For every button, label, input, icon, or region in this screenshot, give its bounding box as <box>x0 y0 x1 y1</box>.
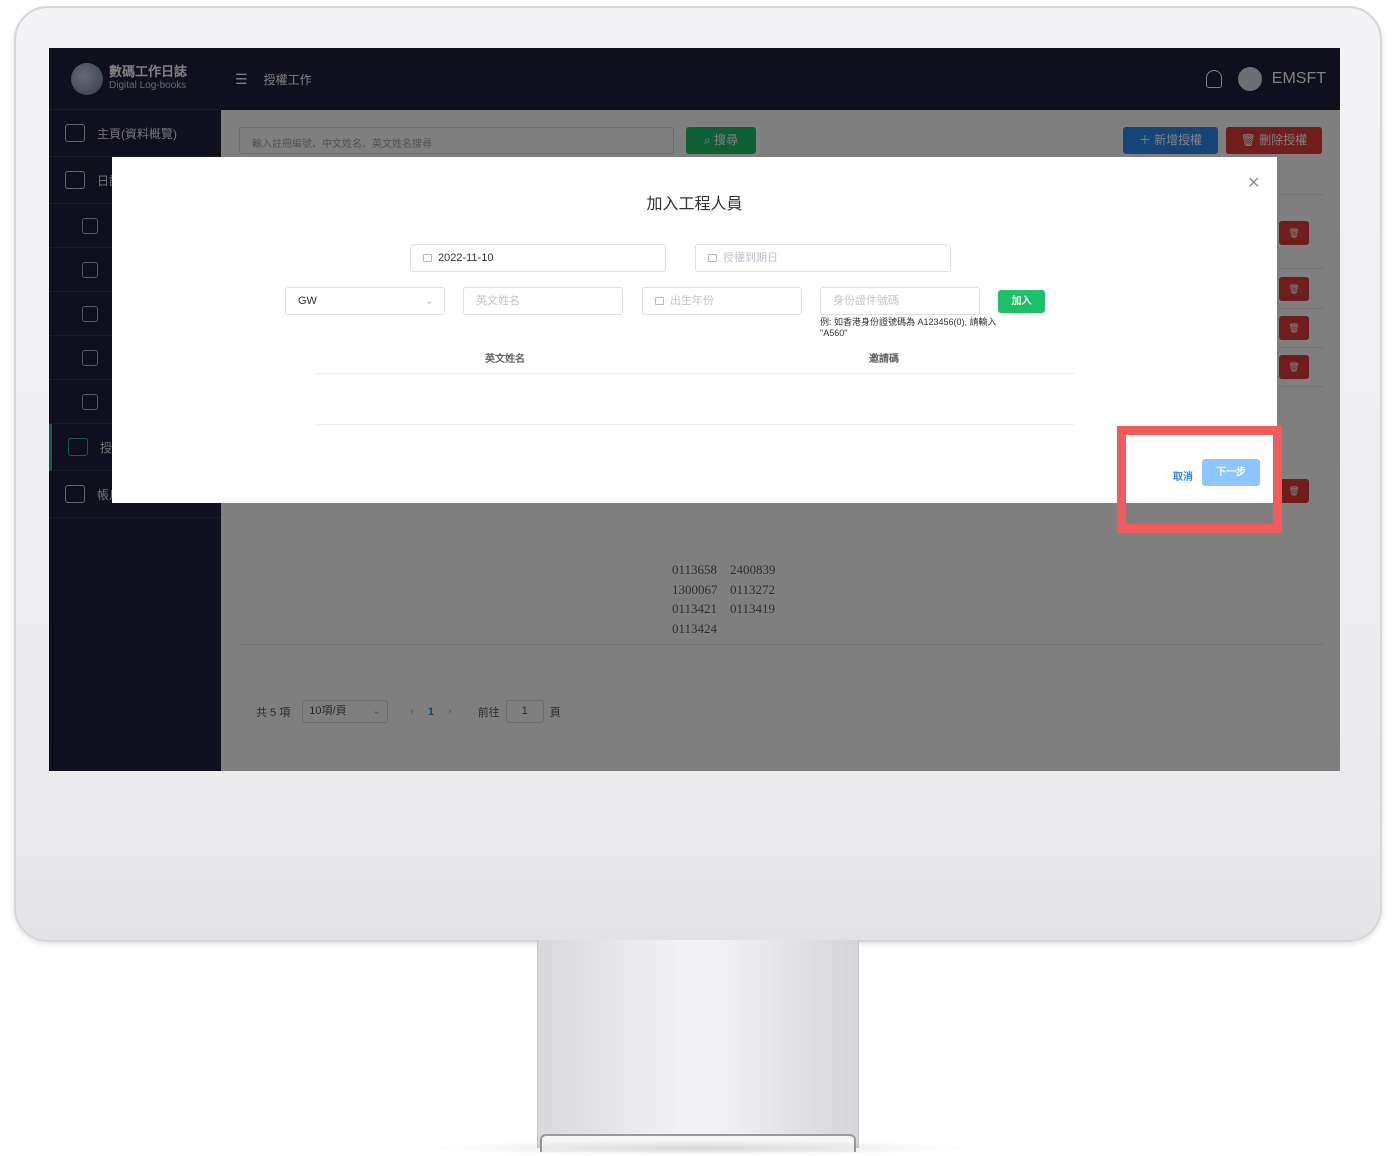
column-header-english-name: 英文姓名 <box>485 354 525 365</box>
start-date-picker[interactable]: 2022-11-10 <box>410 244 666 272</box>
end-date-picker[interactable]: 授權到期日 <box>695 244 951 272</box>
column-header-code: 邀請碼 <box>869 354 899 365</box>
end-date-placeholder: 授權到期日 <box>723 252 778 264</box>
highlight-box <box>1117 426 1282 533</box>
calendar-icon <box>708 254 717 262</box>
monitor-chin <box>16 800 1380 940</box>
type-select-value: GW <box>298 295 317 307</box>
type-select[interactable]: GW ⌄ <box>285 287 445 315</box>
table-bottom-divider <box>315 424 1074 425</box>
monitor-stand <box>537 940 859 1148</box>
calendar-icon <box>655 297 664 305</box>
close-icon[interactable]: ✕ <box>1247 173 1260 193</box>
id-number-input[interactable]: 身份證件號碼 <box>820 287 980 315</box>
dialog-title: 加入工程人員 <box>646 196 743 213</box>
join-button[interactable]: 加入 <box>998 290 1045 313</box>
app-screen: 數碼工作日誌 Digital Log-books 主頁(資料概覽) 日誌 授 帳… <box>49 48 1340 771</box>
add-engineer-dialog: 加入工程人員 ✕ 2022-11-10 授權到期日 GW ⌄ 英文姓名 出生年份… <box>112 157 1277 503</box>
english-name-input[interactable]: 英文姓名 <box>463 287 623 315</box>
id-hint: 例: 如香港身份證號碼為 A123456(0), 請輸入 "A560" <box>820 317 997 338</box>
birth-year-placeholder: 出生年份 <box>670 295 714 307</box>
floor-shadow <box>420 1140 980 1156</box>
birth-year-picker[interactable]: 出生年份 <box>642 287 802 315</box>
table-header-divider <box>315 373 1074 374</box>
calendar-icon <box>423 254 432 262</box>
start-date-value: 2022-11-10 <box>438 252 494 264</box>
chevron-down-icon: ⌄ <box>424 295 434 307</box>
